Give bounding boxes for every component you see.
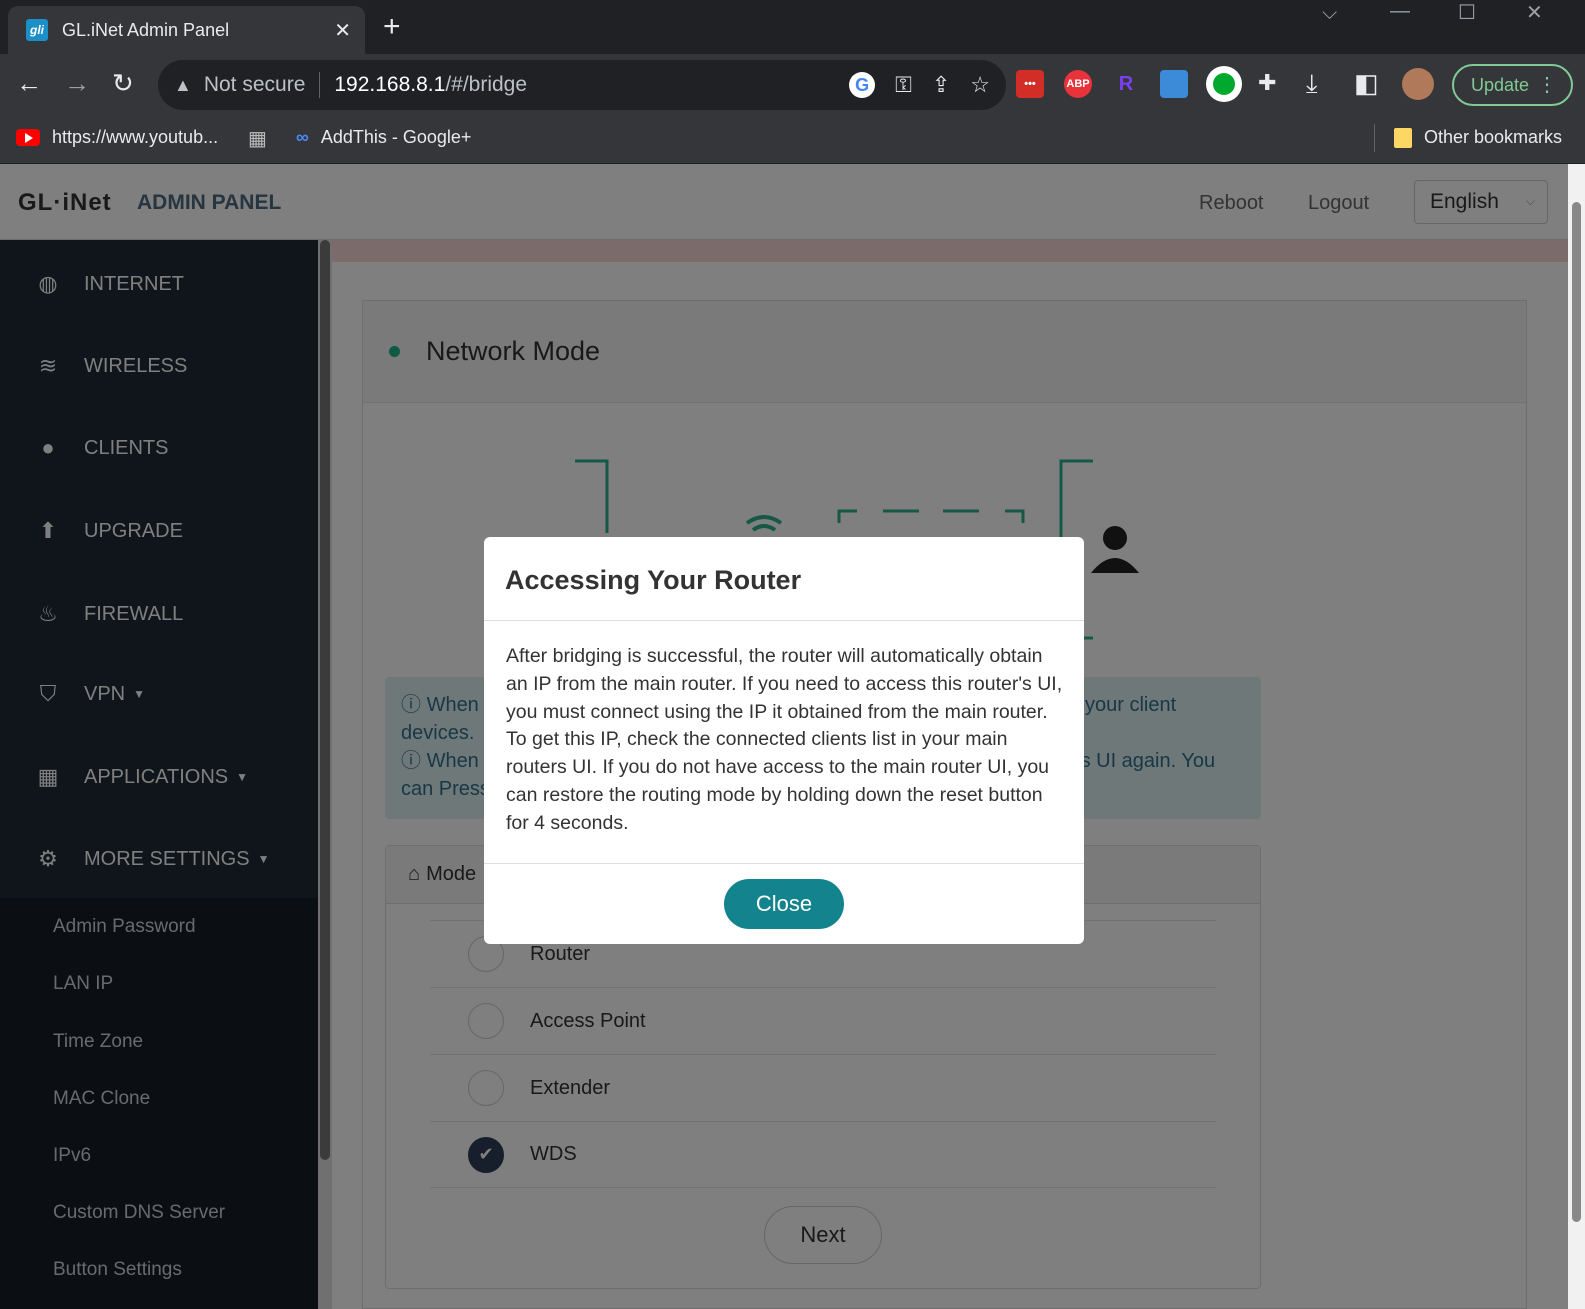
- folder-icon: [1394, 127, 1412, 148]
- page-scrollbar[interactable]: [1568, 164, 1585, 1309]
- evernote-icon[interactable]: [1206, 66, 1242, 102]
- maximize-icon[interactable]: ☐: [1458, 0, 1476, 25]
- share-icon[interactable]: ⇪: [932, 72, 950, 98]
- update-label: Update: [1471, 74, 1530, 95]
- adblock-plus-icon[interactable]: ABP: [1064, 70, 1092, 98]
- lastpass-icon[interactable]: •••: [1016, 70, 1044, 98]
- back-icon[interactable]: ←: [16, 68, 42, 99]
- browser-tab[interactable]: gli GL.iNet Admin Panel ✕: [8, 6, 365, 54]
- rainbow-extension-icon[interactable]: [1160, 70, 1188, 98]
- divider: [484, 620, 1084, 621]
- modal-body: After bridging is successful, the router…: [506, 645, 1063, 834]
- bookmark-label: AddThis - Google+: [320, 127, 472, 147]
- new-tab-icon[interactable]: +: [383, 10, 401, 44]
- bookmark-youtube[interactable]: https://www.youtub...: [16, 127, 218, 148]
- menu-dots-icon[interactable]: ⋮: [1537, 72, 1557, 97]
- minimize-icon[interactable]: —: [1390, 0, 1410, 23]
- divider: [319, 72, 321, 98]
- warning-icon[interactable]: ▲: [174, 75, 192, 96]
- google-icon[interactable]: G: [849, 72, 876, 98]
- security-label: Not secure: [203, 73, 306, 96]
- key-icon[interactable]: ⚿: [895, 72, 912, 98]
- glinet-favicon-icon: gli: [26, 19, 48, 41]
- forward-icon[interactable]: →: [64, 68, 90, 99]
- url-host: 192.168.8.1: [334, 73, 446, 96]
- browser-toolbar: ← → ↻ ▲ Not secure 192.168.8.1 /#/bridge…: [0, 54, 1585, 114]
- tab-title: GL.iNet Admin Panel: [62, 19, 230, 40]
- close-window-icon[interactable]: ✕: [1526, 0, 1543, 25]
- reload-icon[interactable]: ↻: [112, 68, 134, 99]
- modal-title: Accessing Your Router: [505, 565, 802, 595]
- update-button[interactable]: Update ⋮: [1452, 64, 1573, 106]
- download-icon[interactable]: ⤓: [1306, 68, 1318, 100]
- bookmark-label: https://www.youtub...: [52, 127, 219, 147]
- tab-search-icon[interactable]: ⌵: [1322, 2, 1337, 25]
- divider: [1374, 124, 1375, 152]
- addthis-icon: ∞: [296, 127, 309, 147]
- divider: [484, 863, 1084, 864]
- accessing-router-modal: Accessing Your Router After bridging is …: [484, 537, 1084, 944]
- url-path: /#/bridge: [445, 73, 528, 96]
- youtube-icon: [16, 129, 40, 146]
- extensions-puzzle-icon[interactable]: ✚: [1258, 70, 1276, 96]
- other-bookmarks-label: Other bookmarks: [1424, 127, 1563, 147]
- close-button[interactable]: Close: [724, 879, 844, 929]
- browser-tab-bar: gli GL.iNet Admin Panel ✕ + ⌵ — ☐ ✕: [0, 0, 1585, 54]
- bookmark-addthis[interactable]: ∞ AddThis - Google+: [296, 127, 471, 148]
- address-bar[interactable]: ▲ Not secure 192.168.8.1 /#/bridge G ⚿ ⇪…: [158, 60, 1006, 110]
- star-icon[interactable]: ☆: [970, 72, 990, 98]
- side-panel-icon[interactable]: ◧: [1354, 68, 1379, 99]
- other-bookmarks[interactable]: Other bookmarks: [1394, 127, 1562, 148]
- r-extension-icon[interactable]: R: [1112, 70, 1140, 98]
- bookmark-image-icon[interactable]: ▦: [248, 126, 267, 151]
- bookmarks-bar: https://www.youtub... ▦ ∞ AddThis - Goog…: [0, 114, 1585, 164]
- close-tab-icon[interactable]: ✕: [334, 18, 351, 43]
- scrollbar-thumb[interactable]: [1572, 202, 1581, 1222]
- avatar[interactable]: [1402, 68, 1434, 100]
